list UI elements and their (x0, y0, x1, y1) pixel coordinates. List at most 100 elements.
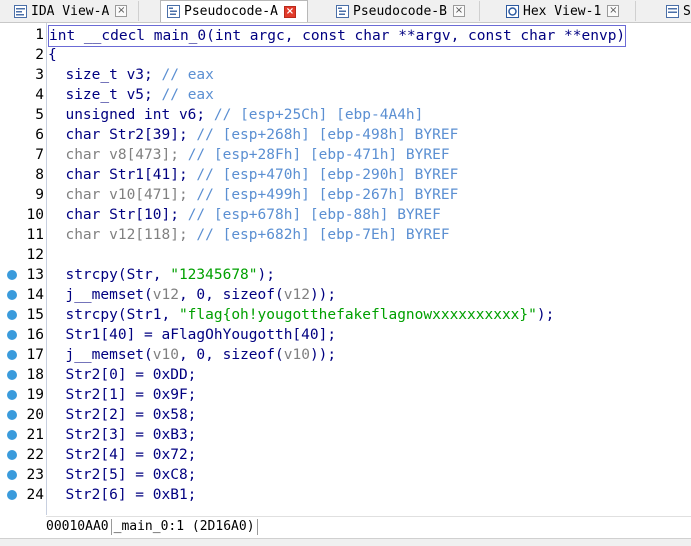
close-icon[interactable]: × (452, 5, 465, 17)
code-text[interactable]: Str2[2] = 0x58; (48, 405, 196, 425)
code-comment: // [esp+499h] [ebp-267h] BYREF (196, 187, 459, 203)
code-text[interactable]: Str2[4] = 0x72; (48, 445, 196, 465)
code-text[interactable]: char Str1[41]; // [esp+470h] [ebp-290h] … (48, 165, 458, 185)
code-token: ); (536, 307, 555, 323)
close-icon[interactable]: × (607, 5, 620, 17)
code-line[interactable]: 17 j__memset(v10, 0, sizeof(v10)); (0, 345, 691, 365)
tab-label: Pseudocode-A (184, 4, 278, 19)
code-line[interactable]: 23 Str2[5] = 0xC8; (0, 465, 691, 485)
close-icon[interactable]: × (115, 5, 128, 17)
tab-ida-view-a[interactable]: IDA View-A × (8, 1, 139, 21)
tab-label: S (683, 3, 691, 19)
line-number: 14 (26, 287, 44, 303)
code-token: )); (309, 347, 337, 363)
tab-pseudocode-b[interactable]: Pseudocode-B × (330, 1, 480, 21)
status-separator (256, 518, 258, 535)
code-line[interactable]: 21 Str2[3] = 0xB3; (0, 425, 691, 445)
code-text[interactable]: char v12[118]; // [esp+682h] [ebp-7Eh] B… (48, 225, 450, 245)
line-number: 1 (35, 27, 44, 43)
code-text[interactable]: { (48, 45, 57, 65)
code-token: char v8[473]; (48, 147, 188, 163)
code-line[interactable]: 18 Str2[0] = 0xDD; (0, 365, 691, 385)
status-bar: 00010AA0 _main_0:1 (2D16A0) (46, 516, 691, 537)
code-comment: // [esp+268h] [ebp-498h] BYREF (196, 127, 459, 143)
code-comment: // [esp+25Ch] [ebp-4A4h] (213, 107, 424, 123)
code-text[interactable]: size_t v5; // eax (48, 85, 213, 105)
line-number: 19 (26, 387, 44, 403)
line-number: 13 (26, 267, 44, 283)
code-text[interactable]: Str2[0] = 0xDD; (48, 365, 196, 385)
line-number: 5 (35, 107, 44, 123)
pseudocode-icon (167, 5, 180, 18)
line-number: 15 (26, 307, 44, 323)
code-comment: // [esp+682h] [ebp-7Eh] BYREF (196, 227, 450, 243)
code-token: Str2[2] = 0x58; (48, 407, 197, 423)
code-text[interactable]: char Str[10]; // [esp+678h] [ebp-88h] BY… (48, 205, 440, 225)
code-line[interactable]: 2{ (0, 45, 691, 65)
code-line[interactable]: 5 unsigned int v6; // [esp+25Ch] [ebp-4A… (0, 105, 691, 125)
line-number: 24 (26, 487, 44, 503)
line-number: 2 (35, 47, 44, 63)
code-line[interactable]: 4 size_t v5; // eax (0, 85, 691, 105)
code-token: char v10[471]; (48, 187, 197, 203)
code-text[interactable]: size_t v3; // eax (48, 65, 214, 85)
code-text[interactable]: char v10[471]; // [esp+499h] [ebp-267h] … (48, 185, 458, 205)
code-token: int __cdecl main_0(int argc, const char … (49, 28, 626, 44)
code-line[interactable]: 1 int __cdecl main_0(int argc, const char… (0, 25, 691, 47)
status-address: 00010AA0 (46, 519, 109, 534)
code-comment: // eax (161, 67, 214, 83)
line-number: 20 (26, 407, 44, 423)
code-line[interactable]: 13 strcpy(Str, "12345678"); (0, 265, 691, 285)
status-location: _main_0:1 (113, 519, 185, 534)
code-text[interactable]: strcpy(Str, "12345678"); (48, 265, 275, 285)
code-line[interactable]: 9 char v10[471]; // [esp+499h] [ebp-267h… (0, 185, 691, 205)
code-line[interactable]: 10 char Str[10]; // [esp+678h] [ebp-88h]… (0, 205, 691, 225)
line-number: 6 (35, 127, 44, 143)
code-text-current-line[interactable]: int __cdecl main_0(int argc, const char … (48, 25, 627, 47)
code-text[interactable]: unsigned int v6; // [esp+25Ch] [ebp-4A4h… (48, 105, 423, 125)
code-text[interactable]: j__memset(v12, 0, sizeof(v12)); (48, 285, 336, 305)
line-number: 16 (26, 327, 44, 343)
code-token: j__memset( (48, 347, 153, 363)
code-text[interactable]: Str2[1] = 0x9F; (48, 385, 196, 405)
code-line[interactable]: 19 Str2[1] = 0x9F; (0, 385, 691, 405)
code-text[interactable]: Str1[40] = aFlagOhYougotth[40]; (48, 325, 336, 345)
tab-hex-view-1[interactable]: Hex View-1 × (500, 1, 636, 21)
code-line[interactable]: 6 char Str2[39]; // [esp+268h] [ebp-498h… (0, 125, 691, 145)
pseudocode-editor[interactable]: 1 int __cdecl main_0(int argc, const char… (0, 23, 691, 515)
code-line[interactable]: 7 char v8[473]; // [esp+28Fh] [ebp-471h]… (0, 145, 691, 165)
code-token: size_t v5; (48, 87, 162, 103)
code-text[interactable]: Str2[5] = 0xC8; (48, 465, 196, 485)
code-line[interactable]: 8 char Str1[41]; // [esp+470h] [ebp-290h… (0, 165, 691, 185)
code-line[interactable]: 12 (0, 245, 691, 265)
tab-structures[interactable]: S (660, 1, 691, 21)
code-line[interactable]: 20 Str2[2] = 0x58; (0, 405, 691, 425)
line-number: 10 (26, 207, 44, 223)
code-line[interactable]: 11 char v12[118]; // [esp+682h] [ebp-7Eh… (0, 225, 691, 245)
code-text[interactable]: strcpy(Str1, "flag{oh!yougotthefakeflagn… (48, 305, 554, 325)
tab-pseudocode-a[interactable]: Pseudocode-A × (160, 0, 308, 22)
line-number: 11 (26, 227, 44, 243)
line-number: 8 (35, 167, 44, 183)
code-string: "flag{oh!yougotthefakeflagnowxxxxxxxxxx}… (178, 307, 537, 323)
code-line[interactable]: 24 Str2[6] = 0xB1; (0, 485, 691, 505)
code-text[interactable]: Str2[6] = 0xB1; (48, 485, 196, 505)
code-token: Str2[5] = 0xC8; (48, 467, 197, 483)
code-comment: // [esp+28Fh] [ebp-471h] BYREF (187, 147, 450, 163)
code-text[interactable]: char v8[473]; // [esp+28Fh] [ebp-471h] B… (48, 145, 450, 165)
code-text[interactable]: j__memset(v10, 0, sizeof(v10)); (48, 345, 336, 365)
code-line[interactable]: 3 size_t v3; // eax (0, 65, 691, 85)
code-token: Str2[4] = 0x72; (48, 447, 197, 463)
code-text[interactable]: Str2[3] = 0xB3; (48, 425, 196, 445)
code-token: char Str1[41]; (48, 167, 197, 183)
code-text[interactable]: char Str2[39]; // [esp+268h] [ebp-498h] … (48, 125, 458, 145)
code-token: v12 (152, 287, 179, 303)
close-icon[interactable]: × (283, 5, 296, 18)
code-token: Str2[0] = 0xDD; (48, 367, 197, 383)
code-line[interactable]: 22 Str2[4] = 0x72; (0, 445, 691, 465)
code-line[interactable]: 15 strcpy(Str1, "flag{oh!yougotthefakefl… (0, 305, 691, 325)
code-line[interactable]: 16 Str1[40] = aFlagOhYougotth[40]; (0, 325, 691, 345)
code-line[interactable]: 14 j__memset(v12, 0, sizeof(v12)); (0, 285, 691, 305)
line-number: 22 (26, 447, 44, 463)
tab-label: IDA View-A (31, 3, 110, 19)
